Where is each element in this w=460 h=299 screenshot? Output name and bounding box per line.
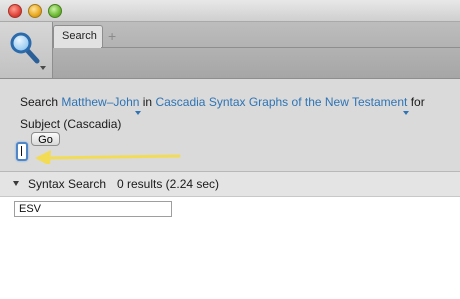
tab-search[interactable]: Search: [53, 25, 103, 48]
annotation-arrow: [35, 150, 181, 164]
caret-down-icon: [40, 66, 46, 70]
add-tab-button[interactable]: +: [108, 28, 116, 44]
search-input[interactable]: [16, 142, 28, 161]
search-tool-button[interactable]: [0, 22, 53, 78]
go-button[interactable]: Go: [31, 132, 60, 146]
range-link-label: Matthew–John: [61, 95, 140, 109]
for-label: for: [410, 95, 425, 109]
tab-strip-divider: [101, 47, 460, 48]
query-description: Search Matthew–John in Cascadia Syntax G…: [20, 95, 425, 115]
results-header: Syntax Search 0 results (2.24 sec): [0, 171, 460, 197]
title-bar: [0, 0, 460, 22]
results-section-label: Syntax Search: [28, 177, 107, 191]
tab-label: Search: [62, 30, 97, 42]
close-window-button[interactable]: [8, 4, 22, 18]
results-area: [0, 197, 460, 299]
magnifier-icon: [10, 32, 40, 64]
results-count: 0 results (2.24 sec): [117, 177, 220, 191]
range-dropdown[interactable]: Matthew–John: [61, 95, 142, 115]
caret-down-icon: [135, 111, 142, 115]
version-field[interactable]: [14, 201, 172, 217]
in-label: in: [142, 95, 153, 109]
resource-dropdown[interactable]: Cascadia Syntax Graphs of the New Testam…: [155, 95, 410, 115]
search-prefix: Search: [20, 95, 59, 109]
zoom-window-button[interactable]: [48, 4, 62, 18]
caret-down-icon: [403, 111, 410, 115]
subject-label: Subject (Cascadia): [20, 117, 122, 131]
resource-link-label: Cascadia Syntax Graphs of the New Testam…: [155, 95, 408, 109]
disclosure-triangle-icon[interactable]: [13, 181, 19, 186]
minimize-window-button[interactable]: [28, 4, 42, 18]
toolbar: Search +: [0, 22, 460, 79]
text-cursor: [21, 146, 22, 156]
